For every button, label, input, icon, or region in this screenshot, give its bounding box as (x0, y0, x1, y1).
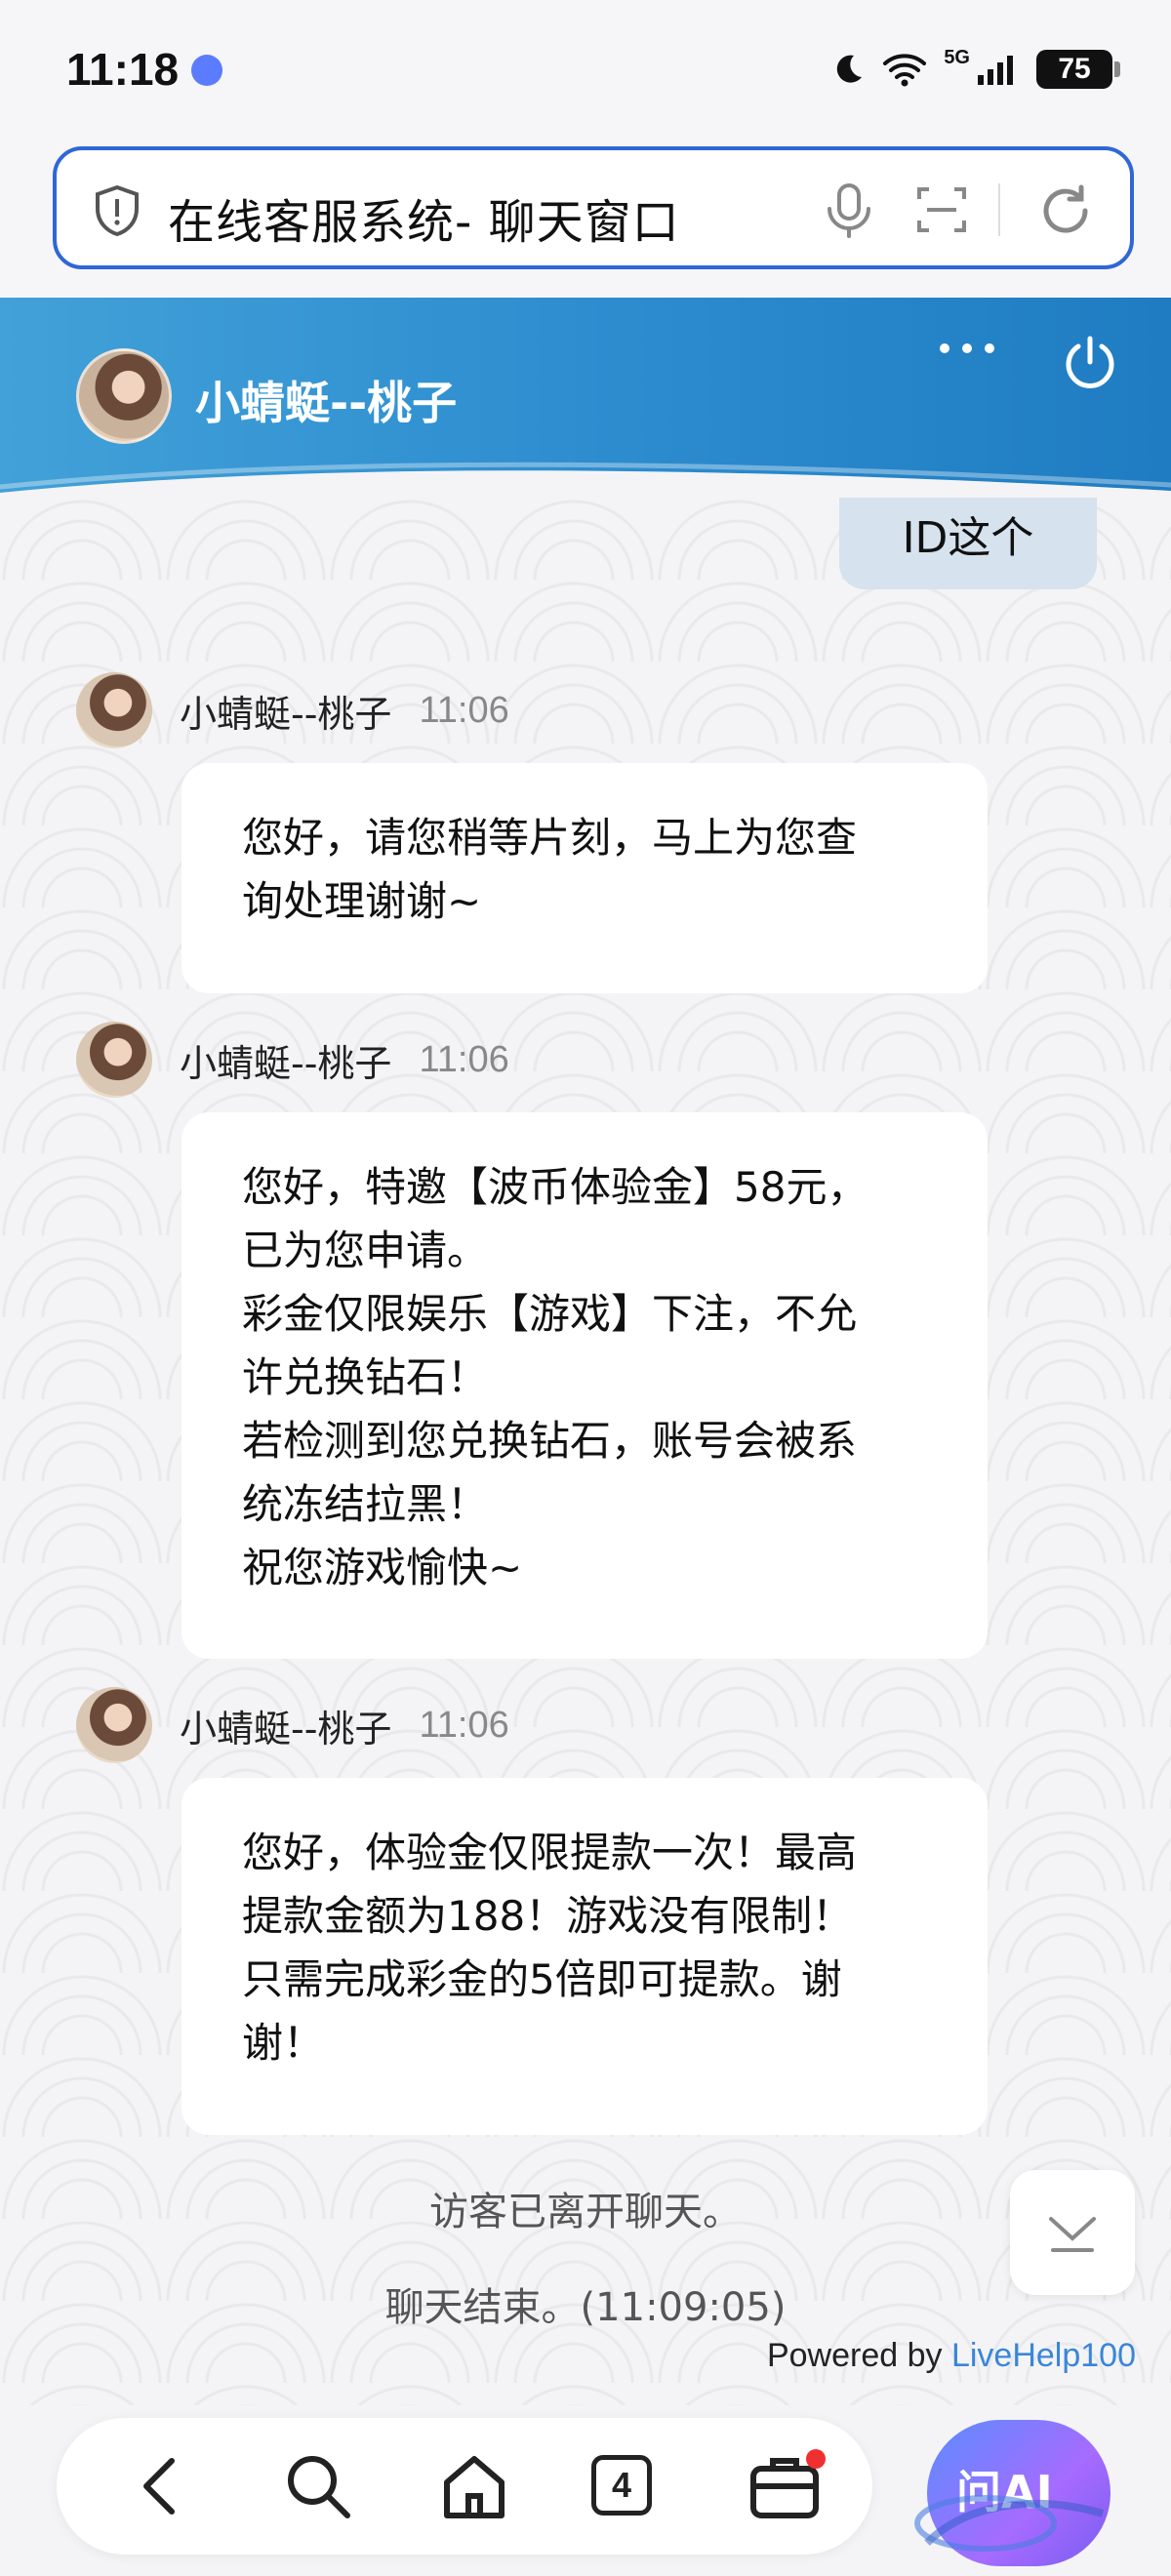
message-header: 小蜻蜓--桃子 11:06 (76, 1021, 509, 1099)
home-icon[interactable] (435, 2447, 513, 2525)
message-sender: 小蜻蜓--桃子 (180, 692, 392, 736)
agent-avatar (76, 1022, 152, 1098)
message-sender: 小蜻蜓--桃子 (180, 1707, 392, 1751)
address-divider (998, 183, 1000, 236)
powered-brand-link[interactable]: LiveHelp100 (951, 2337, 1136, 2374)
back-icon[interactable] (125, 2447, 203, 2525)
watermark-logo (914, 2495, 1105, 2552)
agent-message-bubble: 您好，体验金仅限提款一次！最高 提款金额为188！游戏没有限制！ 只需完成彩金的… (182, 1778, 988, 2135)
agent-avatar (76, 672, 152, 748)
powered-by: Powered by LiveHelp100 (767, 2337, 1136, 2375)
agent-message-bubble: 您好，请您稍等片刻，马上为您查 询处理谢谢~ (182, 763, 988, 993)
message-time: 11:06 (419, 1038, 509, 1080)
status-bar: 11:18 5G 75 (0, 0, 1171, 137)
message-header: 小蜻蜓--桃子 11:06 (76, 1686, 509, 1764)
message-sender: 小蜻蜓--桃子 (180, 1041, 392, 1085)
notification-dot (806, 2449, 826, 2469)
signal-icon (978, 56, 1013, 85)
moon-icon (837, 55, 863, 83)
shield-icon[interactable] (92, 183, 142, 238)
bottom-nav: 4 (57, 2418, 872, 2555)
agent-message-bubble: 您好，特邀【波币体验金】58元， 已为您申请。 彩金仅限娱乐【游戏】下注，不允 … (182, 1112, 988, 1659)
self-message-bubble: ID这个 (839, 498, 1097, 589)
page-title[interactable]: 在线客服系统- 聊天窗口 (168, 183, 680, 252)
status-time: 11:18 (66, 44, 180, 95)
notification-icon (191, 55, 222, 86)
message-header: 小蜻蜓--桃子 11:06 (76, 671, 509, 749)
powered-prefix: Powered by (766, 2337, 951, 2374)
message-text: 您好，特邀【波币体验金】58元， 已为您申请。 彩金仅限娱乐【游戏】下注，不允 … (242, 1163, 868, 1591)
visitor-left-notice: 访客已离开聊天。 (429, 2190, 742, 2234)
message-text: 您好，体验金仅限提款一次！最高 提款金额为188！游戏没有限制！ 只需完成彩金的… (242, 1829, 858, 2067)
power-icon[interactable] (1060, 333, 1120, 393)
more-icon[interactable] (935, 337, 999, 360)
battery-icon: 75 (1036, 50, 1120, 89)
tabs-icon[interactable]: 4 (591, 2455, 652, 2516)
message-text: 您好，请您稍等片刻，马上为您查 询处理谢谢~ (242, 814, 858, 925)
chat-ended-notice: 聊天结束。(11:09:05) (384, 2285, 787, 2330)
agent-name: 小蜻蜓--桃子 (195, 377, 458, 429)
scroll-down-button[interactable] (1010, 2170, 1135, 2295)
agent-avatar[interactable] (76, 348, 172, 444)
status-icons: 5G 75 (830, 47, 1120, 92)
wifi-icon (883, 54, 927, 87)
chevron-down-icon (1049, 2217, 1096, 2252)
message-time: 11:06 (419, 1704, 509, 1746)
message-time: 11:06 (419, 689, 509, 731)
agent-avatar (76, 1687, 152, 1763)
chat-header: 小蜻蜓--桃子 (0, 298, 1171, 512)
mic-icon[interactable] (822, 181, 876, 240)
search-icon[interactable] (279, 2447, 357, 2525)
network-label: 5G (944, 47, 970, 68)
reload-icon[interactable] (1034, 180, 1097, 242)
chat-area[interactable]: ID这个 小蜻蜓--桃子 11:06 您好，请您稍等片刻，马上为您查 询处理谢谢… (0, 498, 1171, 2405)
scan-icon[interactable] (915, 183, 968, 236)
address-bar[interactable]: 在线客服系统- 聊天窗口 (53, 146, 1134, 269)
